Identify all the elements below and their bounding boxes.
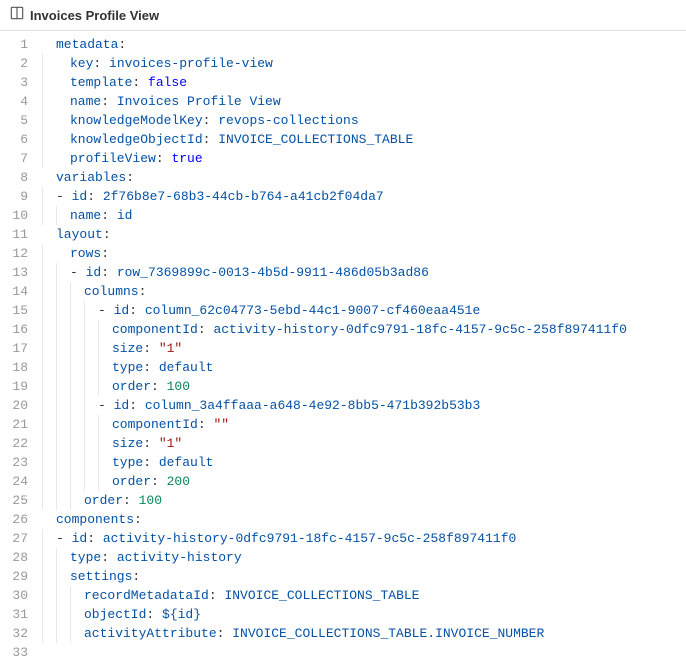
line-number: 20 xyxy=(0,396,28,415)
line-number: 5 xyxy=(0,111,28,130)
code-content[interactable]: metadata: key: invoices-profile-view tem… xyxy=(36,35,686,662)
code-line[interactable]: template: false xyxy=(42,73,686,92)
line-number: 31 xyxy=(0,605,28,624)
code-line[interactable]: settings: xyxy=(42,567,686,586)
line-number: 10 xyxy=(0,206,28,225)
line-number: 30 xyxy=(0,586,28,605)
line-number: 6 xyxy=(0,130,28,149)
line-number: 32 xyxy=(0,624,28,643)
code-editor[interactable]: 1 2 3 4 5 6 7 8 9 10 11 12 13 14 15 16 1… xyxy=(0,31,686,662)
code-line[interactable]: key: invoices-profile-view xyxy=(42,54,686,73)
line-number: 12 xyxy=(0,244,28,263)
code-line[interactable]: - id: row_7369899c-0013-4b5d-9911-486d05… xyxy=(42,263,686,282)
line-number: 21 xyxy=(0,415,28,434)
line-number: 22 xyxy=(0,434,28,453)
line-number: 18 xyxy=(0,358,28,377)
code-line[interactable]: size: "1" xyxy=(42,434,686,453)
code-line[interactable]: componentId: activity-history-0dfc9791-1… xyxy=(42,320,686,339)
line-number: 14 xyxy=(0,282,28,301)
code-line[interactable]: - id: 2f76b8e7-68b3-44cb-b764-a41cb2f04d… xyxy=(42,187,686,206)
code-line[interactable]: order: 100 xyxy=(42,377,686,396)
code-line[interactable]: - id: activity-history-0dfc9791-18fc-415… xyxy=(42,529,686,548)
code-line[interactable]: type: activity-history xyxy=(42,548,686,567)
line-number: 9 xyxy=(0,187,28,206)
line-number: 28 xyxy=(0,548,28,567)
code-line[interactable]: type: default xyxy=(42,453,686,472)
code-line[interactable]: name: id xyxy=(42,206,686,225)
line-number: 25 xyxy=(0,491,28,510)
line-number: 19 xyxy=(0,377,28,396)
layout-icon xyxy=(10,6,24,24)
editor-title: Invoices Profile View xyxy=(30,8,159,23)
code-line[interactable]: - id: column_62c04773-5ebd-44c1-9007-cf4… xyxy=(42,301,686,320)
editor-header: Invoices Profile View xyxy=(0,0,686,31)
code-line[interactable]: knowledgeObjectId: INVOICE_COLLECTIONS_T… xyxy=(42,130,686,149)
code-line[interactable]: recordMetadataId: INVOICE_COLLECTIONS_TA… xyxy=(42,586,686,605)
code-line[interactable]: - id: column_3a4ffaaa-a648-4e92-8bb5-471… xyxy=(42,396,686,415)
code-line[interactable]: size: "1" xyxy=(42,339,686,358)
code-line[interactable]: type: default xyxy=(42,358,686,377)
line-number: 2 xyxy=(0,54,28,73)
line-number: 24 xyxy=(0,472,28,491)
line-number-gutter: 1 2 3 4 5 6 7 8 9 10 11 12 13 14 15 16 1… xyxy=(0,35,36,662)
line-number: 15 xyxy=(0,301,28,320)
line-number: 29 xyxy=(0,567,28,586)
code-line[interactable]: rows: xyxy=(42,244,686,263)
code-line[interactable]: name: Invoices Profile View xyxy=(42,92,686,111)
line-number: 16 xyxy=(0,320,28,339)
line-number: 26 xyxy=(0,510,28,529)
code-line[interactable]: knowledgeModelKey: revops-collections xyxy=(42,111,686,130)
code-line[interactable]: metadata: xyxy=(42,35,686,54)
code-line[interactable]: layout: xyxy=(42,225,686,244)
line-number: 3 xyxy=(0,73,28,92)
code-line[interactable]: activityAttribute: INVOICE_COLLECTIONS_T… xyxy=(42,624,686,643)
code-line[interactable]: profileView: true xyxy=(42,149,686,168)
line-number: 11 xyxy=(0,225,28,244)
line-number: 27 xyxy=(0,529,28,548)
line-number: 1 xyxy=(0,35,28,54)
line-number: 4 xyxy=(0,92,28,111)
code-line[interactable]: order: 200 xyxy=(42,472,686,491)
code-line[interactable]: objectId: ${id} xyxy=(42,605,686,624)
line-number: 33 xyxy=(0,643,28,662)
line-number: 8 xyxy=(0,168,28,187)
code-line[interactable]: components: xyxy=(42,510,686,529)
code-line[interactable]: variables: xyxy=(42,168,686,187)
code-line[interactable] xyxy=(42,643,686,662)
line-number: 23 xyxy=(0,453,28,472)
code-line[interactable]: order: 100 xyxy=(42,491,686,510)
line-number: 17 xyxy=(0,339,28,358)
code-line[interactable]: componentId: "" xyxy=(42,415,686,434)
code-line[interactable]: columns: xyxy=(42,282,686,301)
line-number: 7 xyxy=(0,149,28,168)
line-number: 13 xyxy=(0,263,28,282)
